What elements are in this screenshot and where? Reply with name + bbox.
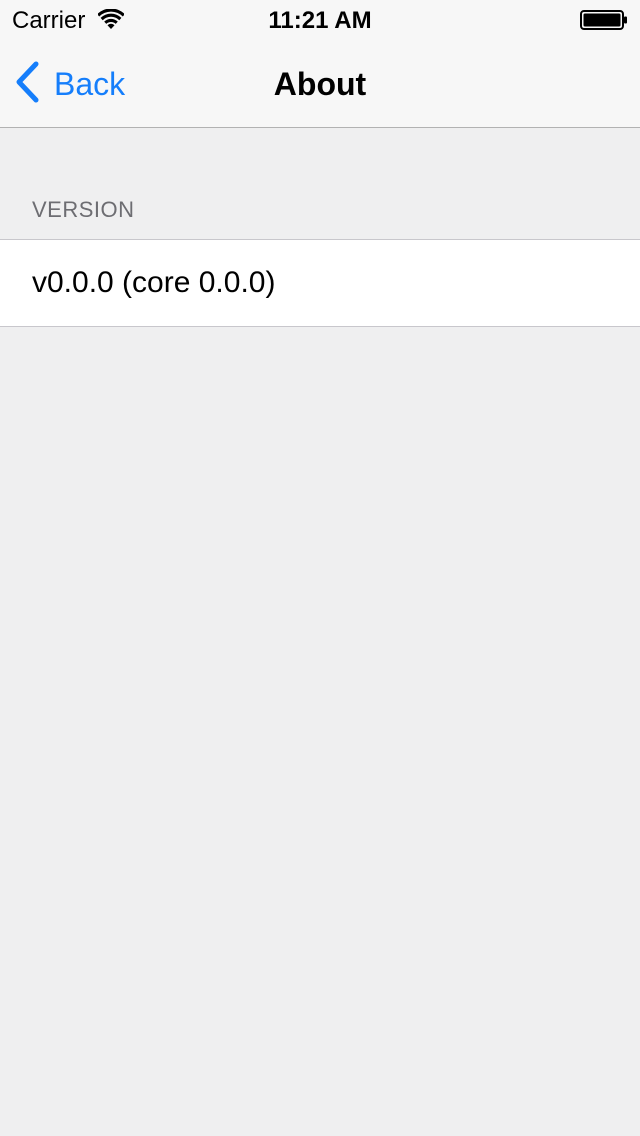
section-header-version: VERSION	[32, 197, 135, 222]
status-time: 11:21 AM	[268, 7, 372, 34]
battery-icon	[580, 10, 628, 30]
version-cell: v0.0.0 (core 0.0.0)	[0, 239, 640, 327]
navigation-bar: Back About	[0, 40, 640, 128]
version-text: v0.0.0 (core 0.0.0)	[32, 266, 276, 299]
about-screen: Carrier 11:21 AM Back About VERSION v0.0…	[0, 0, 640, 1136]
status-bar: Carrier 11:21 AM	[0, 0, 640, 40]
page-title: About	[273, 66, 367, 102]
